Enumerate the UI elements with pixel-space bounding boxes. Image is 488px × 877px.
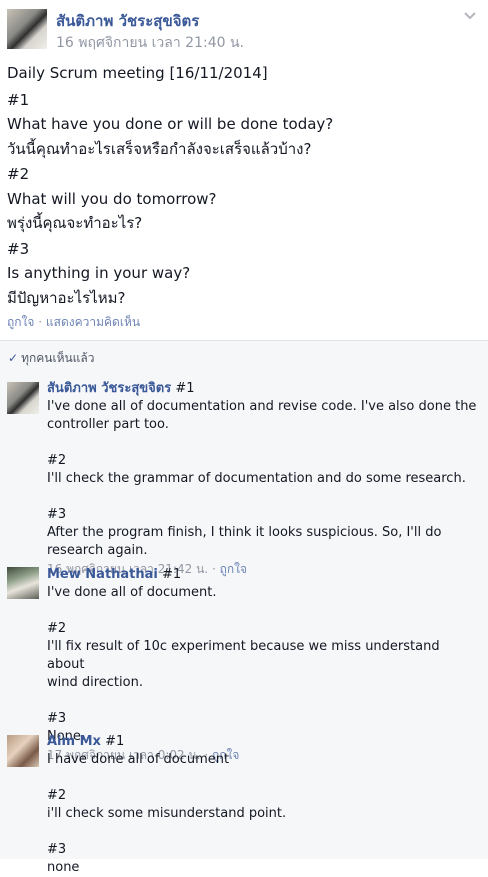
comment-line: #2 <box>47 453 67 468</box>
post-line: พรุ่งนี้คุณจะทำอะไร? <box>7 214 143 232</box>
post-line: #3 <box>7 239 30 258</box>
comment-line: I've done all of documentation and revis… <box>47 399 477 414</box>
comment-line: #3 <box>47 842 67 857</box>
comment-line: I'll check the grammar of documentation … <box>47 471 466 486</box>
comment-line: #1 <box>105 734 125 749</box>
comment-line <box>47 692 477 710</box>
comment-line: #2 <box>47 788 67 803</box>
comment-line: none <box>47 860 80 875</box>
post-line: #2 <box>7 165 30 183</box>
comment-line: I have done all of document <box>47 752 230 767</box>
comment-line <box>47 769 477 787</box>
comment-line: wind direction. <box>47 675 143 690</box>
commenter-name[interactable]: Aim Mx <box>47 734 101 749</box>
chevron-down-icon[interactable] <box>462 8 478 24</box>
comment-body: Aim Mx #1 I have done all of document #2… <box>47 733 477 877</box>
comment-line <box>47 488 477 506</box>
comment-link[interactable]: แสดงความคิดเห็น <box>46 315 140 329</box>
comment-line: i'll check some misunderstand point. <box>47 806 287 821</box>
post-line: What will you do tomorrow? <box>7 189 217 208</box>
separator: · <box>38 315 43 329</box>
post-line: What have you done or will be done today… <box>7 115 334 133</box>
post-header: สันติภาพ วัชระสุขจิตร 16 พฤศจิกายน เวลา … <box>0 0 488 60</box>
comment-line: I'll fix result of 10c experiment becaus… <box>47 639 440 672</box>
comment-body: สันติภาพ วัชระสุขจิตร #1 I've done all o… <box>47 380 477 578</box>
seen-by-everyone: ✓ ทุกคนเห็นแล้ว <box>8 349 95 368</box>
commenter-name[interactable]: Mew Nathathai <box>47 567 158 582</box>
commenter-avatar[interactable] <box>7 735 39 767</box>
commenter-avatar[interactable] <box>7 382 39 414</box>
post-line: มีปัญหาอะไรไหม? <box>7 288 126 307</box>
author-avatar[interactable] <box>7 9 47 49</box>
commenter-name[interactable]: สันติภาพ วัชระสุขจิตร <box>47 381 171 396</box>
comment-line: #1 <box>175 381 195 396</box>
comment-line: I've done all of document. <box>47 585 217 600</box>
comment-line: #2 <box>47 621 67 636</box>
post-actions: ถูกใจ · แสดงความคิดเห็น <box>7 313 140 332</box>
check-icon: ✓ <box>8 351 19 365</box>
commenter-avatar[interactable] <box>7 567 39 599</box>
post-card: สันติภาพ วัชระสุขจิตร 16 พฤศจิกายน เวลา … <box>0 0 488 875</box>
comment-line <box>47 602 477 620</box>
comment-line <box>47 823 477 841</box>
comment-line: #3 <box>47 507 67 522</box>
post-body: Daily Scrum meeting [16/11/2014] #1 What… <box>7 60 477 310</box>
post-line: #1 <box>7 90 30 109</box>
seen-label: ทุกคนเห็นแล้ว <box>21 351 95 365</box>
like-link[interactable]: ถูกใจ <box>7 315 34 329</box>
comment-line <box>47 434 477 452</box>
comments-section: ✓ ทุกคนเห็นแล้ว สันติภาพ วัชระสุขจิตร #1 … <box>0 341 488 875</box>
comment-line: #1 <box>162 567 182 582</box>
post-line: Daily Scrum meeting [16/11/2014] <box>7 64 268 82</box>
comment-line: #3 <box>47 711 67 726</box>
post-line: วันนี้คุณทำอะไรเสร็จหรือกำลังจะเสร็จแล้ว… <box>7 139 312 158</box>
post-timestamp[interactable]: 16 พฤศจิกายน เวลา 21:40 น. <box>56 32 244 54</box>
comment-line: After the program finish, I think it loo… <box>47 525 442 540</box>
post-author-name[interactable]: สันติภาพ วัชระสุขจิตร <box>56 9 199 33</box>
post-line: Is anything in your way? <box>7 264 191 282</box>
comment-line: controller part too. <box>47 417 169 432</box>
comment-line: research again. <box>47 543 148 558</box>
